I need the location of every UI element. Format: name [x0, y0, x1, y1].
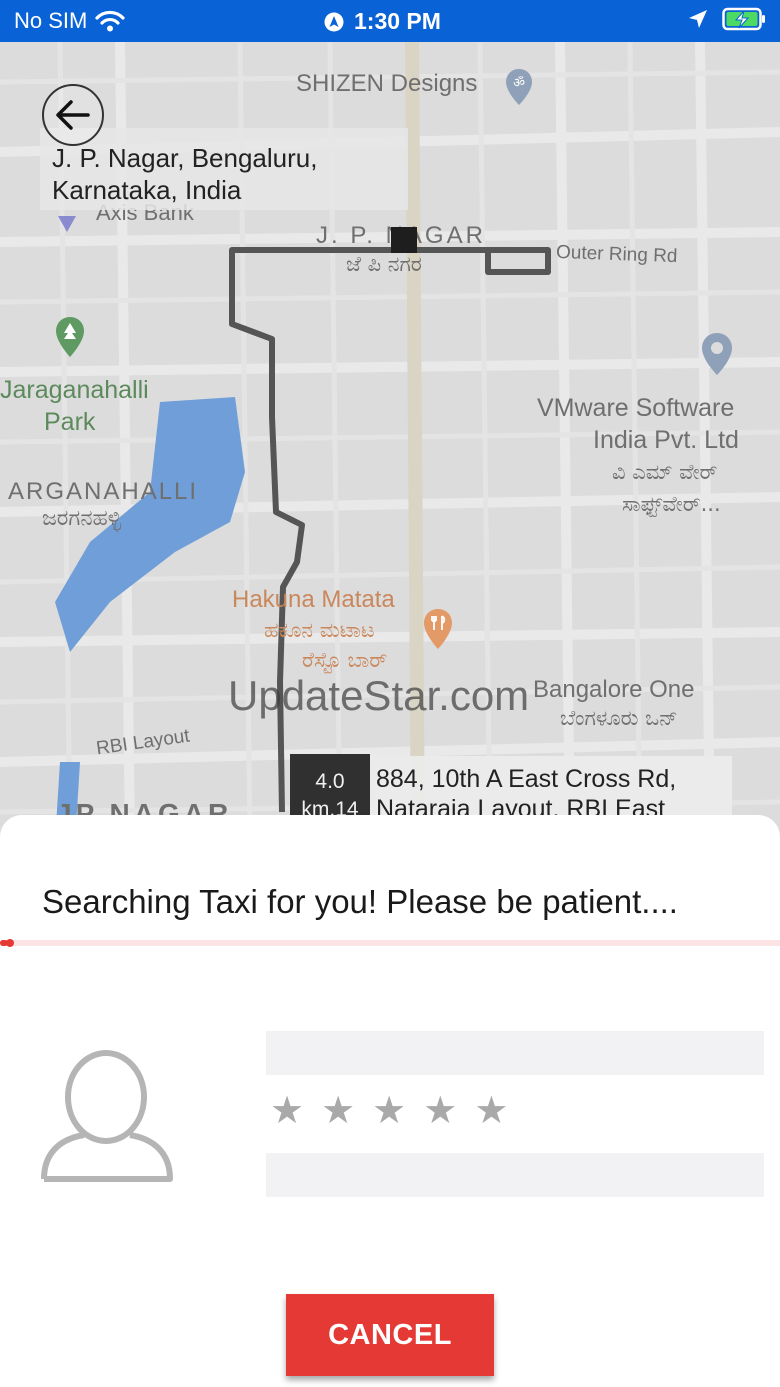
watermark: UpdateStar.com — [228, 672, 530, 719]
star-icon: ★ — [423, 1090, 458, 1132]
map-label-vmware-1: VMware Software — [537, 394, 735, 422]
map-label-bangalore-one: Bangalore One — [533, 676, 695, 703]
back-arrow-icon — [56, 100, 90, 130]
place-pin-icon — [702, 333, 732, 375]
map-label-outer-ring-rd: Outer Ring Rd — [555, 241, 678, 268]
temple-pin-icon: ॐ — [506, 69, 532, 105]
restaurant-pin-icon — [424, 609, 452, 649]
status-bar: No SIM 1:30 PM — [0, 0, 780, 42]
eta-box: 4.0 km.14 — [290, 754, 370, 824]
park-pin-icon — [56, 317, 84, 357]
origin-address-line1: 884, 10th A East Cross Rd, — [376, 765, 677, 793]
map-label-park-1: Jaraganahalli — [0, 376, 149, 404]
clock: 1:30 PM — [354, 8, 441, 34]
location-services-icon — [324, 12, 344, 31]
map-label-jarganahalli-kn: ಜರಗನಹಳ್ಳಿ — [42, 506, 122, 531]
map-label-jp-nagar-kn: ಜೆ ಪಿ ನಗರ — [346, 252, 422, 276]
map-label-vmware-2: India Pvt. Ltd — [593, 426, 739, 454]
map-label-vmware-kn-1: ವಿ ಎಮ್ ವೇರ್ — [612, 460, 718, 484]
map-label-vmware-kn-2: ಸಾಫ್ಟ್‌ವೇರ್... — [622, 492, 721, 516]
star-icon: ★ — [270, 1090, 305, 1132]
star-icon: ★ — [372, 1090, 407, 1132]
eta-distance: 4.0 — [315, 770, 345, 793]
map-label-hakuna-kn-1: ಹಕೂನ ಮಟಾಟ — [264, 618, 375, 642]
status-left: No SIM — [14, 8, 125, 34]
map-label-bangalore-one-kn: ಬೆಂಗಳೂರು ಒನ್ — [560, 706, 678, 730]
rating-stars: ★ ★ ★ ★ ★ — [270, 1091, 508, 1131]
pickup-address-line2: Karnataka, India — [52, 175, 242, 205]
battery-charging-icon — [722, 7, 765, 31]
location-arrow-icon — [689, 10, 707, 28]
map-label-park-2: Park — [44, 408, 96, 436]
star-icon: ★ — [474, 1090, 509, 1132]
pickup-address-box[interactable]: J. P. Nagar, Bengaluru, Karnataka, India — [40, 128, 408, 210]
status-right — [688, 7, 766, 31]
map-label-hakuna-kn-2: ರೆಸ್ಟೊ ಬಾರ್ — [302, 648, 388, 672]
back-button[interactable] — [42, 84, 104, 146]
map-label-shizen: SHIZEN Designs — [296, 70, 478, 97]
wifi-icon — [95, 10, 125, 32]
map-label-jarganahalli: ARGANAHALLI — [8, 478, 199, 505]
search-progress-dot — [6, 939, 14, 947]
pickup-address-line1: J. P. Nagar, Bengaluru, — [52, 143, 318, 173]
map-label-hakuna-1: Hakuna Matata — [232, 586, 395, 613]
search-message: Searching Taxi for you! Please be patien… — [42, 883, 678, 920]
destination-marker — [391, 227, 417, 253]
cancel-button[interactable]: CANCEL — [286, 1294, 494, 1376]
avatar-placeholder-icon — [41, 1050, 173, 1182]
status-center: 1:30 PM — [324, 8, 441, 35]
search-progress-bar — [0, 940, 780, 946]
bank-pin-icon — [58, 216, 76, 232]
driver-name-placeholder — [266, 1031, 764, 1075]
svg-text:ॐ: ॐ — [513, 76, 525, 91]
carrier-label: No SIM — [14, 8, 88, 33]
vehicle-info-placeholder — [266, 1153, 764, 1197]
star-icon: ★ — [321, 1090, 356, 1132]
searching-sheet: Searching Taxi for you! Please be patien… — [0, 815, 780, 1387]
